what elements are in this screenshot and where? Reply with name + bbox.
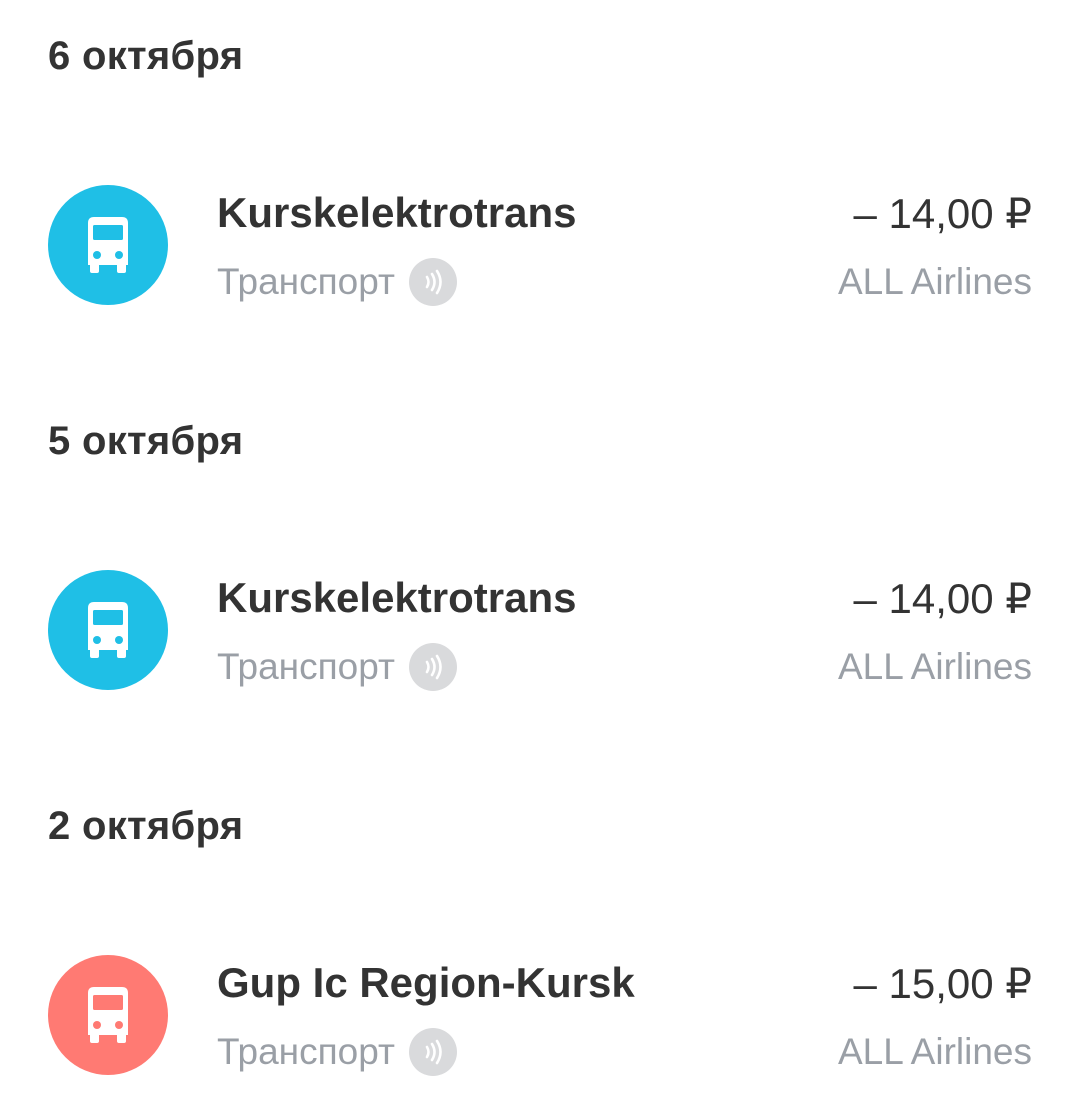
category-row: Транспорт — [217, 252, 457, 312]
category-row: Транспорт — [217, 1022, 457, 1082]
transaction-row[interactable]: Kurskelektrotrans Транспорт – 14,00 ₽ AL… — [0, 170, 1080, 320]
transaction-amount: – 15,00 ₽ — [853, 960, 1032, 1007]
transaction-history-list: 6 октября Kurskelektrotrans Транспорт – … — [0, 0, 1080, 1119]
contactless-icon — [408, 1028, 457, 1076]
contactless-icon — [408, 643, 457, 691]
category-label: Транспорт — [217, 261, 395, 302]
date-header: 2 октября — [48, 804, 244, 848]
merchant-name: Kurskelektrotrans — [217, 574, 577, 621]
category-label: Транспорт — [217, 1031, 395, 1072]
account-name: ALL Airlines — [837, 1031, 1032, 1072]
transaction-amount: – 14,00 ₽ — [853, 190, 1032, 237]
date-header: 6 октября — [48, 34, 244, 78]
merchant-name: Kurskelektrotrans — [217, 189, 577, 236]
category-label: Транспорт — [217, 646, 395, 687]
category-avatar — [48, 955, 168, 1075]
bus-icon — [88, 602, 128, 658]
transaction-row[interactable]: Kurskelektrotrans Транспорт – 14,00 ₽ AL… — [0, 555, 1080, 705]
date-section: 2 октября Gup Ic Region-Kursk Транспорт — [0, 770, 1080, 1119]
bus-icon — [88, 987, 128, 1043]
category-avatar — [48, 570, 168, 690]
date-section: 6 октября Kurskelektrotrans Транспорт – … — [0, 0, 1080, 385]
category-avatar — [48, 185, 168, 305]
category-row: Транспорт — [217, 637, 457, 697]
account-name: ALL Airlines — [837, 646, 1032, 687]
date-section: 5 октября Kurskelektrotrans Транспорт – … — [0, 385, 1080, 770]
bus-icon — [88, 217, 128, 273]
merchant-name: Gup Ic Region-Kursk — [217, 959, 635, 1006]
account-name: ALL Airlines — [837, 261, 1032, 302]
contactless-icon — [408, 258, 457, 306]
transaction-row[interactable]: Gup Ic Region-Kursk Транспорт – 15,00 ₽ … — [0, 940, 1080, 1090]
transaction-amount: – 14,00 ₽ — [853, 575, 1032, 622]
date-header: 5 октября — [48, 419, 244, 463]
